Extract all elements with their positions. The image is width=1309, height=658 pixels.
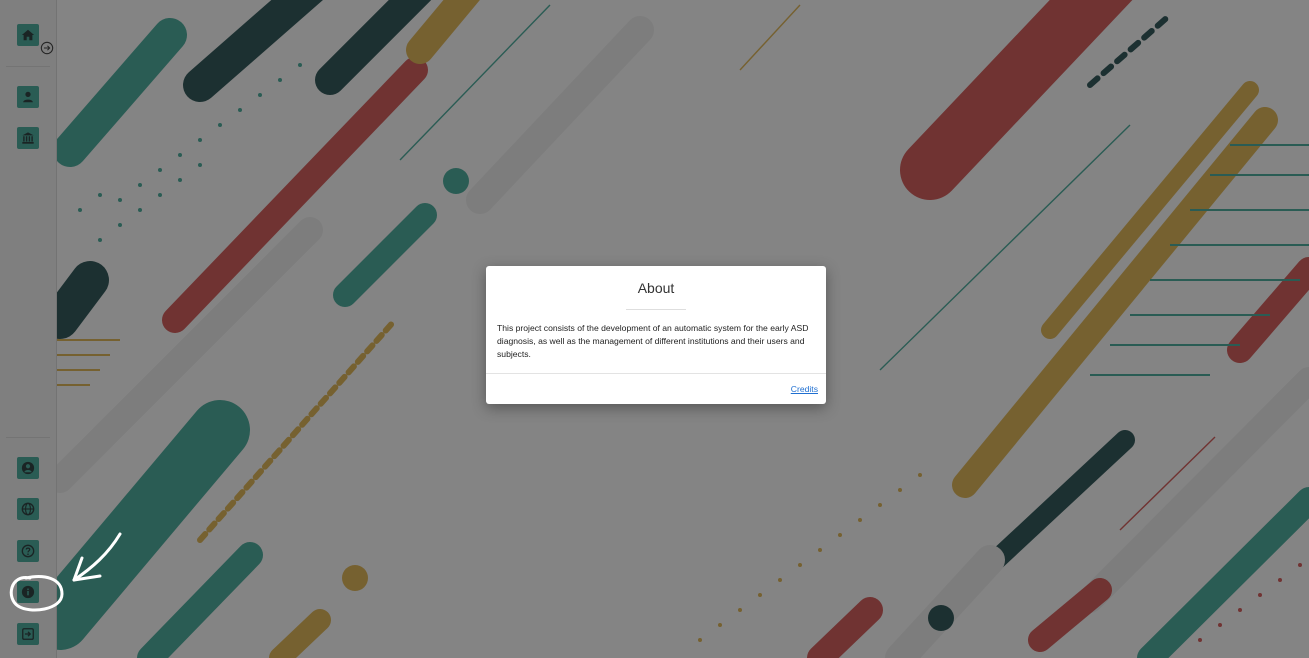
title-divider [626, 309, 686, 310]
modal-body-text: This project consists of the development… [497, 323, 809, 359]
footer-divider [486, 373, 826, 374]
annotation-arrow-icon [9, 532, 122, 612]
credits-link[interactable]: Credits [791, 384, 818, 394]
about-modal: About This project consists of the devel… [486, 266, 826, 404]
modal-title: About [637, 280, 675, 296]
app-page: About This project consists of the devel… [0, 0, 1309, 658]
